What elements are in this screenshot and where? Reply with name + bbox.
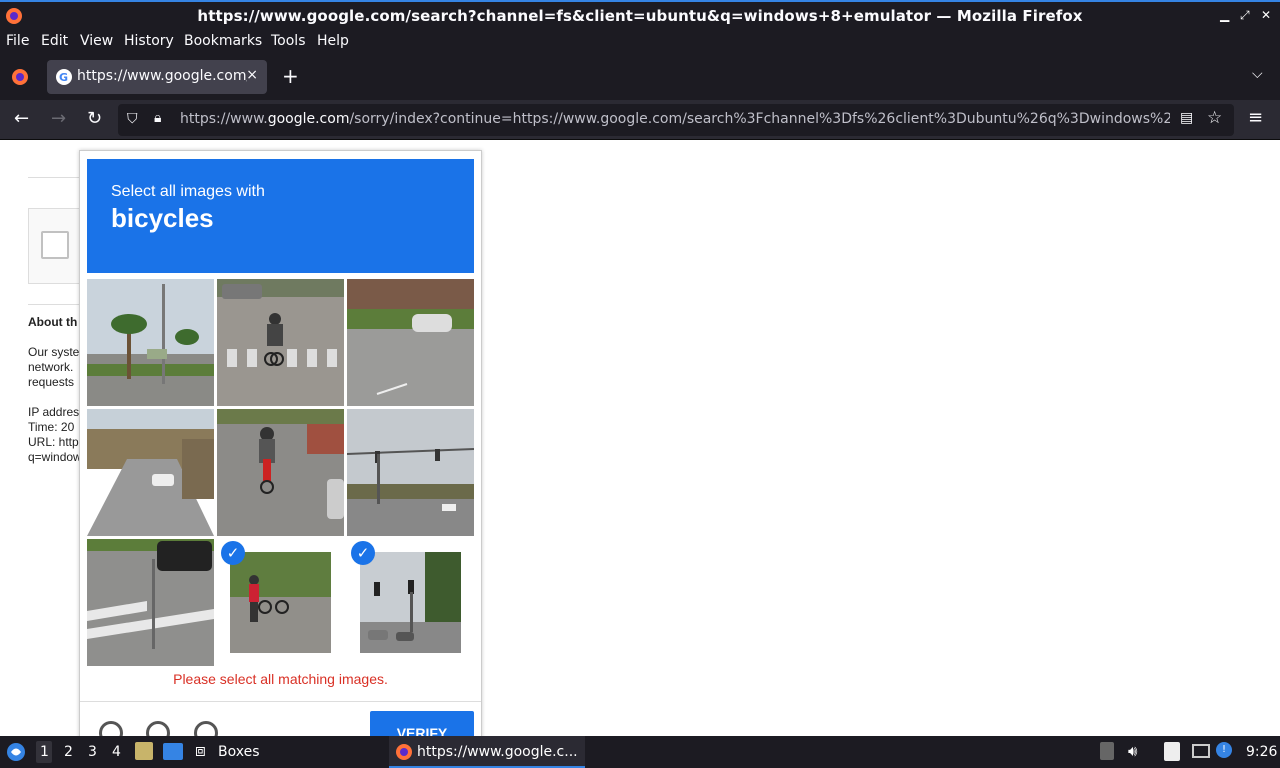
network-icon[interactable] <box>1192 744 1210 758</box>
menu-file[interactable]: File <box>6 33 29 49</box>
page-content: About th Our syste network. requests IP … <box>0 141 1280 736</box>
captcha-keyword: bicycles <box>111 203 214 233</box>
para-line: network. <box>28 360 74 374</box>
about-heading: About th <box>28 315 78 329</box>
captcha-tile[interactable] <box>347 279 474 406</box>
info-line: Time: 20 <box>28 420 75 434</box>
menu-help[interactable]: Help <box>317 33 349 49</box>
captcha-error-message: Please select all matching images. <box>173 671 388 687</box>
maximize-icon[interactable]: ⤢ <box>1240 8 1250 23</box>
clipboard-icon[interactable] <box>1164 742 1180 761</box>
boxes-label[interactable]: Boxes <box>218 744 260 760</box>
captcha-tile[interactable] <box>217 409 344 536</box>
new-tab-icon[interactable]: + <box>282 64 299 88</box>
reload-icon[interactable]: ↻ <box>87 108 102 129</box>
minimize-icon[interactable]: ▁ <box>1220 8 1229 22</box>
menu-edit[interactable]: Edit <box>41 33 68 49</box>
navigation-bar: ← → ↻ ⛉ 🔒︎ https://www.google.com/sorry/… <box>0 100 1280 140</box>
google-favicon-icon: G <box>56 69 72 85</box>
tab-bar: G https://www.google.com/sorry/index?con… <box>0 54 1280 100</box>
captcha-header: Select all images with bicycles <box>87 159 474 273</box>
close-window-icon[interactable]: ✕ <box>1261 8 1271 22</box>
window-title: https://www.google.com/search?channel=fs… <box>197 7 1083 25</box>
back-icon[interactable]: ← <box>14 108 29 129</box>
lock-icon[interactable]: 🔒︎ <box>154 110 161 126</box>
boxes-icon[interactable]: ⧈ <box>195 741 206 761</box>
workspace-4[interactable]: 4 <box>112 744 121 760</box>
captcha-instruction: Select all images with <box>111 183 265 200</box>
captcha-tile[interactable] <box>217 279 344 406</box>
tab-label: https://www.google.com/sorry/index?conti… <box>77 68 247 84</box>
info-line: IP addres <box>28 405 80 419</box>
info-line: q=window <box>28 450 82 464</box>
desktop-icon[interactable] <box>163 743 183 760</box>
tab-list-chevron-icon[interactable]: ⌵ <box>1252 66 1263 82</box>
captcha-challenge: Select all images with bicycles ✓ ✓ Plea… <box>79 150 482 736</box>
para-line: requests <box>28 375 75 389</box>
verify-button[interactable]: VERIFY <box>370 711 474 736</box>
clock: 9:26 <box>1246 744 1278 760</box>
firefox-task-icon[interactable] <box>395 743 413 761</box>
menu-tools[interactable]: Tools <box>271 33 306 49</box>
menu-bar: File Edit View History Bookmarks Tools H… <box>0 30 1280 54</box>
start-menu-icon[interactable] <box>6 742 26 762</box>
reload-challenge-icon[interactable] <box>99 721 123 736</box>
volume-icon[interactable]: 🔊︎ <box>1128 742 1137 760</box>
para-line: Our syste <box>28 345 80 359</box>
menu-history[interactable]: History <box>124 33 174 49</box>
svg-text:G: G <box>59 71 68 84</box>
captcha-grid: ✓ ✓ <box>87 279 474 666</box>
shield-icon[interactable]: ⛉ <box>127 111 138 127</box>
firefox-view-icon[interactable] <box>11 68 29 86</box>
captcha-tile[interactable] <box>87 409 214 536</box>
workspace-1[interactable]: 1 <box>40 744 49 760</box>
captcha-footer-divider <box>80 701 481 702</box>
tab-google[interactable]: G https://www.google.com/sorry/index?con… <box>47 60 267 94</box>
hamburger-menu-icon[interactable]: ≡ <box>1248 107 1263 128</box>
url-bar[interactable]: ⛉ 🔒︎ https://www.google.com/sorry/index?… <box>118 104 1234 136</box>
workspace-3[interactable]: 3 <box>88 744 97 760</box>
tile-selected-checkmark-icon: ✓ <box>221 541 245 565</box>
audio-challenge-icon[interactable] <box>146 721 170 736</box>
captcha-tile[interactable] <box>87 539 214 666</box>
menu-view[interactable]: View <box>80 33 113 49</box>
taskbar-window-firefox[interactable]: https://www.google.c... <box>417 744 578 760</box>
captcha-tile[interactable] <box>347 409 474 536</box>
window-titlebar: https://www.google.com/search?channel=fs… <box>0 0 1280 30</box>
notification-icon[interactable]: ! <box>1216 742 1232 758</box>
forward-icon[interactable]: → <box>51 108 66 129</box>
info-icon[interactable] <box>194 721 218 736</box>
workspace-2[interactable]: 2 <box>64 744 73 760</box>
file-manager-icon[interactable] <box>135 742 153 760</box>
menu-bookmarks[interactable]: Bookmarks <box>184 33 262 49</box>
tile-selected-checkmark-icon: ✓ <box>351 541 375 565</box>
removable-media-icon[interactable] <box>1100 742 1114 760</box>
url-text[interactable]: https://www.google.com/sorry/index?conti… <box>180 111 1170 127</box>
tab-close-icon[interactable]: × <box>246 67 258 83</box>
bookmark-star-icon[interactable]: ☆ <box>1207 108 1222 128</box>
info-line: URL: http <box>28 435 79 449</box>
recaptcha-checkbox[interactable] <box>41 231 69 259</box>
reader-view-icon[interactable]: ▤ <box>1180 110 1193 126</box>
taskbar: 1 2 3 4 ⧈ Boxes https://www.google.c... … <box>0 736 1280 768</box>
captcha-tile[interactable] <box>87 279 214 406</box>
